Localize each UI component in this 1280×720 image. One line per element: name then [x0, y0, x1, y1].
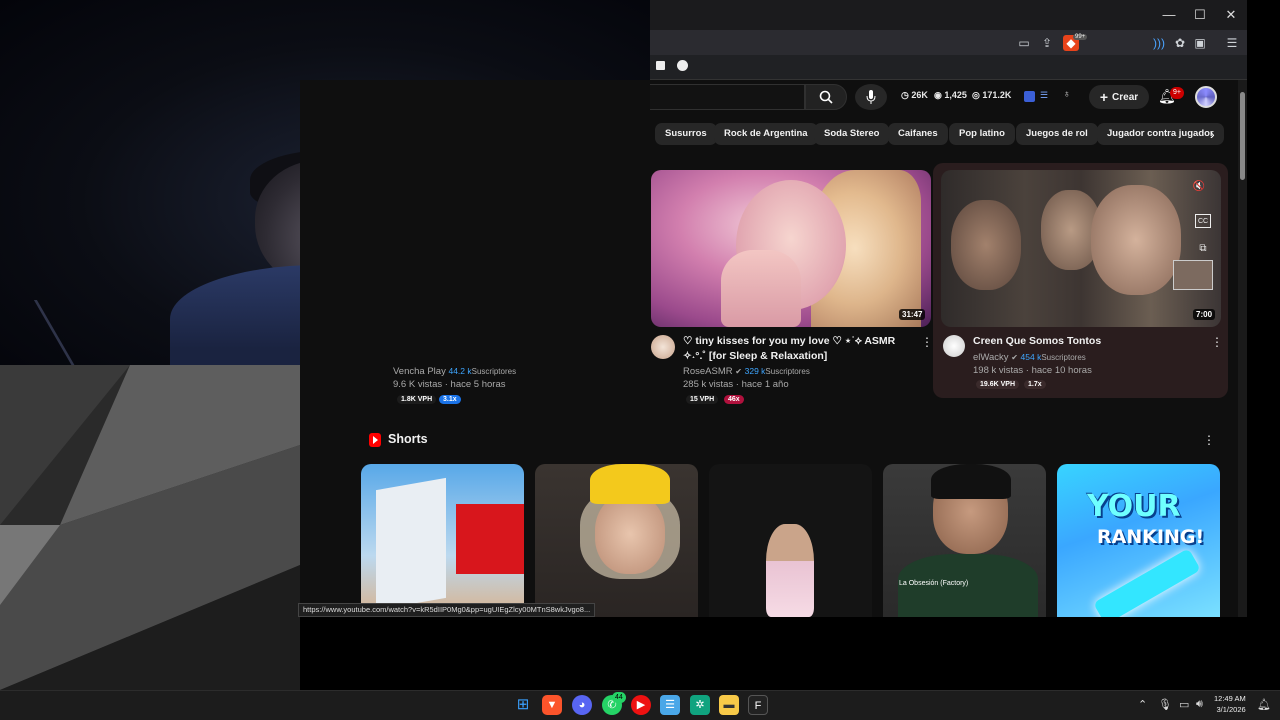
desktop-wallpaper [0, 365, 300, 690]
file-explorer-icon[interactable]: ▬ [719, 695, 739, 715]
list-icon[interactable]: ☰ [1040, 90, 1048, 101]
video-duration: 31:47 [899, 309, 926, 320]
verified-icon: ✔ [735, 367, 742, 376]
chevron-up-icon[interactable]: ⌃ [1138, 698, 1147, 711]
notifications-badge: 9+ [1170, 87, 1184, 99]
short-text: YOUR [1087, 489, 1181, 524]
chevron-right-icon[interactable]: › [1210, 126, 1215, 142]
more-options-icon[interactable]: ⋮ [921, 335, 933, 349]
chip-pop-latino[interactable]: Pop latino [949, 123, 1015, 145]
video-title[interactable]: Creen Que Somos Tontos [973, 334, 1198, 349]
whatsapp-badge: 44 [612, 692, 626, 703]
shorts-heading: Shorts [388, 432, 428, 446]
menu-icon[interactable]: ☰ [1224, 35, 1240, 51]
short-thumbnail[interactable] [361, 464, 524, 617]
close-button[interactable]: ✕ [1222, 6, 1240, 24]
maximize-button[interactable]: ☐ [1191, 6, 1209, 24]
search-input[interactable] [650, 84, 805, 110]
prev-ratio-badge: 3.1x [439, 395, 461, 404]
search-icon [819, 90, 833, 104]
taskbar-clock[interactable]: 12:49 AM 3/1/2026 [1214, 693, 1246, 715]
video-channel[interactable]: RoseASMR ✔ 329 kSuscriptores [683, 364, 810, 379]
notepad-icon[interactable]: ☰ [660, 695, 680, 715]
stat-watching: ◎ 171.2K [972, 90, 1012, 100]
short-thumbnail[interactable]: YOUR RANKING! [1057, 464, 1220, 617]
create-button[interactable]: + Crear [1089, 85, 1149, 109]
link-status-url: https://www.youtube.com/watch?v=kR5dIIP0… [298, 603, 596, 617]
youtube-music-icon[interactable]: ▶ [631, 695, 651, 715]
channel-avatar[interactable] [651, 335, 675, 359]
pip-icon[interactable]: ⧉ [1195, 242, 1211, 256]
award-icon[interactable]: ♁ [1063, 89, 1071, 100]
cc-icon[interactable]: CC [1195, 214, 1211, 228]
more-options-icon[interactable]: ⋮ [1211, 335, 1223, 349]
eye-icon: ◎ [972, 90, 983, 100]
video-duration: 7:00 [1193, 309, 1216, 320]
avatar[interactable] [1195, 86, 1217, 108]
ratio-badge: 1.7x [1024, 380, 1046, 389]
scrollbar-thumb[interactable] [1240, 92, 1245, 180]
network-icon[interactable]: ▭ [1179, 698, 1189, 711]
plus-icon: + [1099, 89, 1109, 105]
discord-icon[interactable]: ◕ [572, 695, 592, 715]
vph-badge: 15 VPH [686, 395, 719, 404]
verified-icon: ✔ [1011, 353, 1018, 362]
video-meta: 285 k vistas · hace 1 año [683, 379, 789, 390]
clock-icon: ◷ [901, 90, 912, 100]
stat-views: ◷ 26K [901, 90, 928, 100]
chip-soda-stereo[interactable]: Soda Stereo [814, 123, 890, 145]
ratio-badge: 46x [724, 395, 744, 404]
video-thumbnail[interactable]: 🔇 CC ⧉ 7:00 [941, 170, 1221, 327]
eye-icon: ◉ [934, 90, 945, 100]
extension-badge-icon[interactable] [1024, 91, 1035, 102]
more-options-icon[interactable]: ⋮ [1203, 433, 1215, 447]
prev-meta: 9.6 K vistas · hace 5 horas [393, 379, 506, 390]
stat-online: ◉ 1,425 [934, 90, 967, 100]
video-channel[interactable]: elWacky ✔ 454 kSuscriptores [973, 350, 1086, 365]
mute-icon[interactable]: 🔇 [1191, 180, 1207, 194]
chip-susurros[interactable]: Susurros [655, 123, 717, 145]
windows-start-icon[interactable]: ⊞ [513, 695, 533, 715]
chip-rock-argentina[interactable]: Rock de Argentina [714, 123, 818, 145]
puzzle-icon[interactable]: ✿ [1172, 35, 1188, 51]
prev-channel[interactable]: Vencha Play 44.2 kSuscriptores [393, 364, 516, 379]
vph-badge: 19.6K VPH [976, 380, 1020, 389]
mic-icon [866, 90, 876, 104]
chatgpt-icon[interactable]: ✲ [690, 695, 710, 715]
channel-avatar[interactable] [943, 335, 965, 357]
shield-badge: 99+ [1073, 34, 1088, 40]
cast-icon[interactable]: ▭ [1016, 35, 1032, 51]
volume-icon[interactable]: 🔊︎ [1196, 698, 1203, 711]
search-button[interactable] [805, 84, 847, 110]
extension-icon[interactable]: ))) [1151, 35, 1167, 51]
notification-center-icon[interactable]: 🔔︎ [1257, 698, 1271, 711]
cable [0, 300, 84, 365]
share-icon[interactable]: ⇪ [1039, 35, 1055, 51]
chip-pvp[interactable]: Jugador contra jugador [1097, 123, 1224, 145]
short-thumbnail[interactable]: La Obsesión (Factory) [883, 464, 1046, 617]
bookmark-page-icon[interactable] [656, 61, 665, 70]
video-title[interactable]: ♡ tiny kisses for you my love ♡ ⋆˙⟡ ASMR… [683, 334, 908, 364]
chip-caifanes[interactable]: Caifanes [888, 123, 948, 145]
prev-vph-badge: 1.8K VPH [397, 395, 437, 404]
sidebar-icon[interactable]: ▣ [1192, 35, 1208, 51]
browser-titlebar [650, 0, 1247, 30]
short-text: RANKING! [1097, 526, 1205, 548]
video-thumbnail[interactable]: 31:47 [651, 170, 931, 327]
app-icon[interactable]: F [748, 695, 768, 715]
short-caption: La Obsesión (Factory) [899, 580, 969, 587]
shorts-icon [369, 433, 381, 447]
voice-search-button[interactable] [855, 84, 887, 110]
chip-juegos-rol[interactable]: Juegos de rol [1016, 123, 1098, 145]
video-meta: 198 k vistas · hace 10 horas [973, 365, 1092, 376]
minimize-button[interactable]: — [1160, 6, 1178, 24]
short-thumbnail[interactable] [709, 464, 872, 617]
bookmarks-bar [650, 55, 1247, 80]
brave-icon[interactable]: ▼ [542, 695, 562, 715]
mic-icon[interactable]: 🎙︎ [1158, 698, 1172, 711]
bookmark-chatgpt-icon[interactable] [677, 60, 688, 71]
short-thumbnail[interactable] [535, 464, 698, 617]
